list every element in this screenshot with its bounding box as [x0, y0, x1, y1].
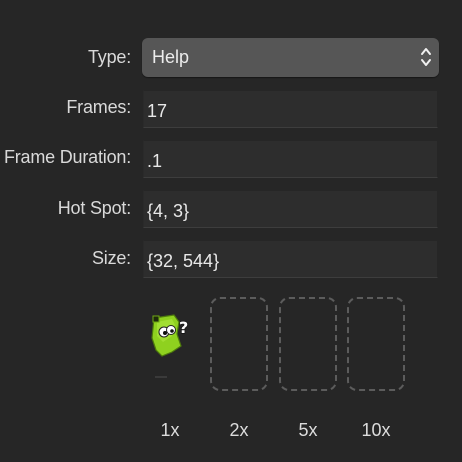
frames-field[interactable]: 17 [143, 90, 438, 128]
preview-slot-2x[interactable] [210, 297, 268, 391]
size-label: Size: [91, 248, 131, 268]
frames-label: Frames: [66, 97, 131, 117]
type-select-value: Help [152, 47, 190, 67]
scale-label-2x: 2x [229, 420, 249, 440]
preview-slot-5x[interactable] [279, 297, 337, 391]
scale-label-10x: 10x [361, 420, 391, 440]
type-label: Type: [87, 47, 131, 67]
hot-spot-label: Hot Spot: [57, 198, 131, 218]
frame-duration-field[interactable]: .1 [143, 140, 438, 178]
preview-divider [155, 376, 167, 378]
cursor-properties-panel: Type: Help Frames: 17 Frame Duration: .1… [0, 0, 462, 462]
frame-duration-label: Frame Duration: [3, 147, 131, 167]
hot-spot-field[interactable]: {4, 3} [143, 190, 438, 228]
help-cursor-icon: ? [148, 312, 196, 362]
svg-text:?: ? [179, 318, 188, 337]
size-field[interactable]: {32, 544} [143, 240, 438, 278]
scale-label-5x: 5x [298, 420, 318, 440]
chevron-up-down-icon [421, 48, 431, 66]
scale-label-1x: 1x [160, 420, 180, 440]
type-select[interactable]: Help [142, 38, 439, 77]
preview-slot-10x[interactable] [347, 297, 405, 391]
